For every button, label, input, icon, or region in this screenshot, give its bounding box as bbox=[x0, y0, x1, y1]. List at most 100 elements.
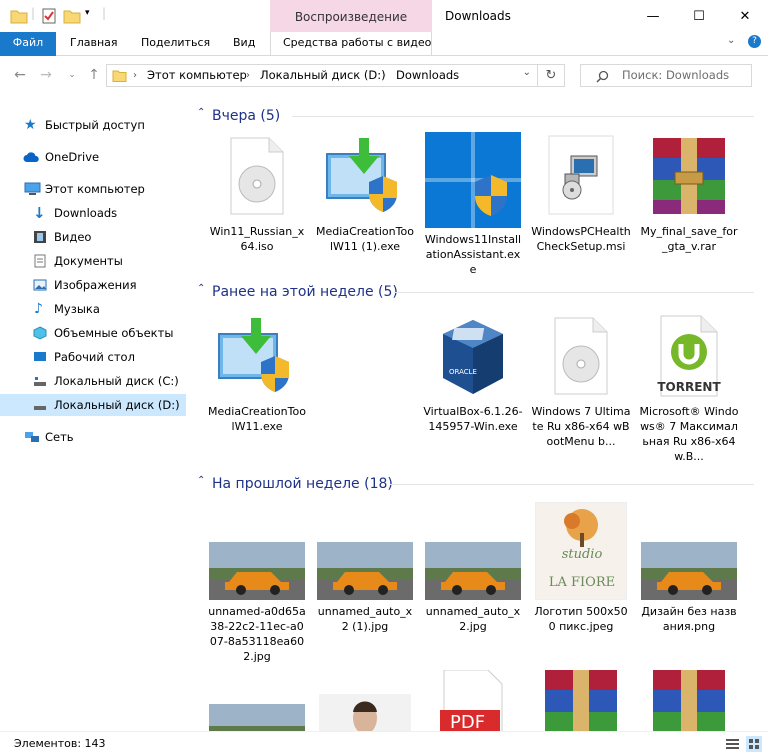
divider bbox=[390, 484, 754, 485]
group-header-this-week[interactable]: ⌃ Ранее на этой неделе (5) bbox=[194, 282, 754, 302]
close-button[interactable]: ✕ bbox=[722, 0, 768, 32]
nav-onedrive[interactable]: OneDrive bbox=[0, 146, 186, 168]
drive-icon bbox=[34, 406, 46, 410]
group-header-yesterday[interactable]: ⌃ Вчера (5) bbox=[194, 106, 754, 126]
nav-music[interactable]: ♪ Музыка bbox=[0, 298, 186, 320]
pdf-file-icon[interactable]: PDF bbox=[436, 670, 508, 731]
nav-documents[interactable]: Документы bbox=[0, 250, 186, 272]
file-name: unnamed_auto_x2.jpg bbox=[425, 605, 521, 633]
music-note-icon: ♪ bbox=[34, 301, 43, 317]
iso-disc-icon bbox=[230, 137, 284, 215]
quick-access-dropdown-icon[interactable]: ▾ bbox=[85, 8, 90, 18]
file-name: Win11_Russian_x64.iso bbox=[209, 225, 305, 253]
nav-video[interactable]: Видео bbox=[0, 226, 186, 248]
group-header-last-week[interactable]: ⌃ На прошлой неделе (18) bbox=[194, 474, 754, 494]
context-tab-header: Воспроизведение bbox=[270, 0, 432, 32]
search-input[interactable]: Поиск: Downloads bbox=[580, 64, 752, 87]
refresh-icon[interactable]: ↻ bbox=[538, 64, 565, 87]
navigation-bar: ← → ⌄ ↑ › Этот компьютер › Локальный дис… bbox=[0, 56, 768, 94]
details-view-icon[interactable] bbox=[725, 737, 740, 751]
file-name: unnamed-a0d65a38-22c2-11ec-a007-8a53118e… bbox=[208, 605, 306, 663]
chevron-up-icon: ⌃ bbox=[197, 107, 206, 118]
nav-this-pc[interactable]: Этот компьютер bbox=[0, 178, 186, 200]
tab-share[interactable]: Поделиться bbox=[141, 32, 210, 56]
film-icon bbox=[34, 231, 46, 243]
nav-label: Быстрый доступ bbox=[45, 118, 145, 132]
file-name: VirtualBox-6.1.26-145957-Win.exe bbox=[423, 405, 523, 433]
up-arrow-icon[interactable]: ↑ bbox=[84, 65, 104, 85]
nav-label: Объемные объекты bbox=[54, 326, 174, 340]
winrar-archive-icon[interactable] bbox=[645, 664, 733, 731]
folder-icon[interactable] bbox=[10, 7, 28, 25]
chevron-down-icon[interactable]: ⌄ bbox=[727, 35, 735, 46]
properties-icon[interactable] bbox=[40, 7, 58, 25]
new-folder-icon[interactable] bbox=[63, 7, 81, 25]
help-icon[interactable]: ? bbox=[748, 35, 761, 48]
pdf-label: PDF bbox=[450, 712, 485, 731]
minimize-button[interactable]: — bbox=[630, 0, 676, 32]
item-count: Элементов: 143 bbox=[14, 737, 106, 750]
car-photo-thumbnail[interactable] bbox=[209, 704, 305, 731]
download-arrow-icon: ↓ bbox=[33, 204, 46, 222]
file-name: WindowsPCHealthCheckSetup.msi bbox=[531, 225, 631, 253]
forward-arrow-icon[interactable]: → bbox=[36, 65, 56, 85]
status-bar: Элементов: 143 bbox=[0, 731, 768, 755]
ribbon-tabs: Файл Главная Поделиться Вид Средства раб… bbox=[0, 32, 768, 56]
window-title: Downloads bbox=[445, 9, 511, 23]
nav-disk-c[interactable]: Локальный диск (C:) bbox=[0, 370, 186, 392]
large-icons-view-icon[interactable] bbox=[746, 736, 762, 752]
folder-icon bbox=[112, 70, 127, 82]
windows11-installer-icon bbox=[425, 132, 521, 228]
back-arrow-icon[interactable]: ← bbox=[10, 65, 30, 85]
recent-locations-chevron-icon[interactable]: ⌄ bbox=[62, 65, 82, 85]
breadcrumb-separator[interactable]: › bbox=[382, 65, 386, 86]
iso-disc-icon bbox=[554, 317, 608, 395]
nav-label: Изображения bbox=[54, 278, 137, 292]
winrar-archive-icon[interactable] bbox=[537, 664, 625, 731]
nav-label: Downloads bbox=[54, 206, 118, 220]
logo-studio-text: studio bbox=[561, 547, 603, 562]
car-photo-thumbnail bbox=[317, 542, 413, 600]
nav-label: Рабочий стол bbox=[54, 350, 135, 364]
address-bar[interactable]: › Этот компьютер › Локальный диск (D:) ›… bbox=[106, 64, 538, 87]
tab-home[interactable]: Главная bbox=[70, 32, 118, 56]
nav-label: Видео bbox=[54, 230, 92, 244]
group-title: Вчера (5) bbox=[212, 108, 281, 124]
tree-icon bbox=[564, 509, 598, 547]
virtualbox-icon: ORACLE bbox=[443, 320, 503, 394]
address-dropdown-icon[interactable]: ⌄ bbox=[523, 67, 531, 78]
picture-icon bbox=[33, 279, 47, 291]
cloud-icon bbox=[23, 152, 39, 162]
tab-video-tools[interactable]: Средства работы с видео bbox=[283, 32, 431, 56]
search-icon bbox=[596, 70, 609, 83]
nav-label: Этот компьютер bbox=[45, 182, 145, 196]
logo-brand-text: LA FIORE bbox=[548, 575, 616, 590]
breadcrumb-disk-d[interactable]: Локальный диск (D:) bbox=[260, 65, 386, 86]
nav-quick-access[interactable]: ★ Быстрый доступ bbox=[0, 114, 186, 136]
media-creation-tool-icon bbox=[326, 138, 397, 212]
separator: | bbox=[31, 6, 36, 20]
breadcrumb-this-pc[interactable]: Этот компьютер bbox=[147, 65, 247, 86]
breadcrumb-separator[interactable]: › bbox=[133, 65, 137, 86]
tab-view[interactable]: Вид bbox=[233, 32, 255, 56]
nav-disk-d[interactable]: Локальный диск (D:) bbox=[0, 394, 186, 416]
nav-pictures[interactable]: Изображения bbox=[0, 274, 186, 296]
portrait-photo-thumbnail[interactable] bbox=[319, 694, 411, 731]
file-name: My_final_save_for_gta_v.rar bbox=[640, 225, 738, 253]
file-list: ⌃ Вчера (5) Win11_Russian_x64.iso MediaC… bbox=[186, 94, 768, 731]
winrar-archive-icon bbox=[653, 138, 725, 214]
file-name: Microsoft® Windows® 7 Максимальная Ru x8… bbox=[639, 405, 739, 463]
nav-network[interactable]: Сеть bbox=[0, 426, 186, 448]
nav-3d-objects[interactable]: Объемные объекты bbox=[0, 322, 186, 344]
breadcrumb-separator[interactable]: › bbox=[246, 65, 250, 86]
chevron-up-icon: ⌃ bbox=[197, 283, 206, 294]
chevron-up-icon: ⌃ bbox=[197, 475, 206, 486]
breadcrumb-downloads[interactable]: Downloads bbox=[396, 65, 459, 86]
nav-downloads[interactable]: ↓ Downloads bbox=[0, 202, 186, 224]
maximize-button[interactable]: ☐ bbox=[676, 0, 722, 32]
tab-file[interactable]: Файл bbox=[0, 32, 56, 56]
file-name: MediaCreationToolW11 (1).exe bbox=[316, 225, 414, 253]
cube-icon bbox=[33, 326, 47, 340]
msi-installer-icon bbox=[548, 135, 614, 215]
nav-desktop[interactable]: Рабочий стол bbox=[0, 346, 186, 368]
